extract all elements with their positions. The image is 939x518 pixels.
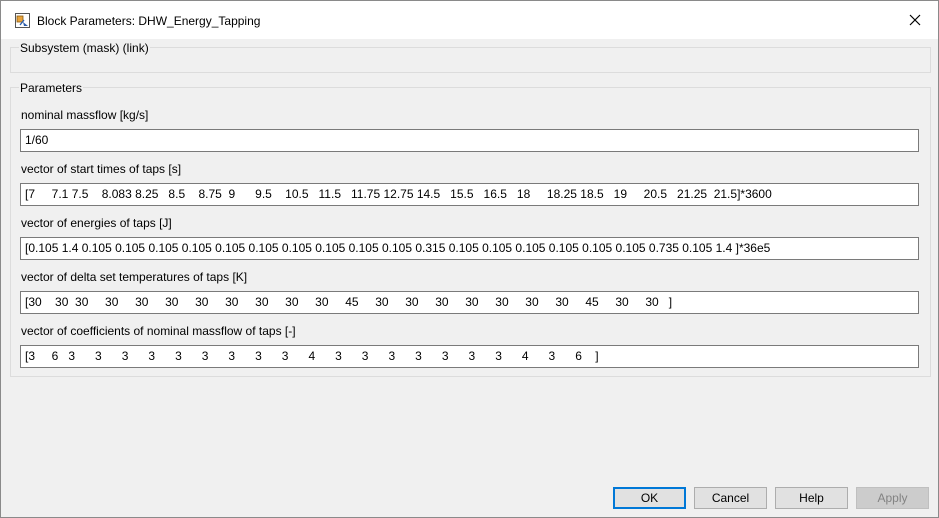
ok-button[interactable]: OK: [613, 487, 686, 509]
help-button[interactable]: Help: [775, 487, 848, 509]
energies-label: vector of energies of taps [J]: [21, 216, 172, 230]
apply-button[interactable]: Apply: [856, 487, 929, 509]
massflow-coefficients-label: vector of coefficients of nominal massfl…: [21, 324, 296, 338]
subsystem-label: Subsystem (mask) (link): [19, 41, 150, 55]
parameters-title: Parameters: [19, 81, 84, 95]
simulink-block-icon: [15, 13, 30, 28]
nominal-massflow-input[interactable]: 1/60: [20, 129, 919, 152]
massflow-coefficients-input[interactable]: [3 6 3 3 3 3 3 3 3 3 3 4 3 3 3 3 3 3 3 4…: [20, 345, 919, 368]
energies-input[interactable]: [0.105 1.4 0.105 0.105 0.105 0.105 0.105…: [20, 237, 919, 260]
close-button[interactable]: [892, 1, 938, 39]
window-title: Block Parameters: DHW_Energy_Tapping: [37, 14, 261, 28]
close-icon: [909, 14, 921, 26]
delta-temperatures-label: vector of delta set temperatures of taps…: [21, 270, 248, 284]
title-bar[interactable]: Block Parameters: DHW_Energy_Tapping: [1, 1, 938, 39]
block-parameters-dialog: Block Parameters: DHW_Energy_Tapping Sub…: [0, 0, 939, 518]
cancel-button[interactable]: Cancel: [694, 487, 767, 509]
delta-temperatures-input[interactable]: [30 30 30 30 30 30 30 30 30 30 30 45 30 …: [20, 291, 919, 314]
start-times-input[interactable]: [7 7.1 7.5 8.083 8.25 8.5 8.75 9 9.5 10.…: [20, 183, 919, 206]
start-times-label: vector of start times of taps [s]: [21, 162, 182, 176]
nominal-massflow-label: nominal massflow [kg/s]: [21, 108, 149, 122]
